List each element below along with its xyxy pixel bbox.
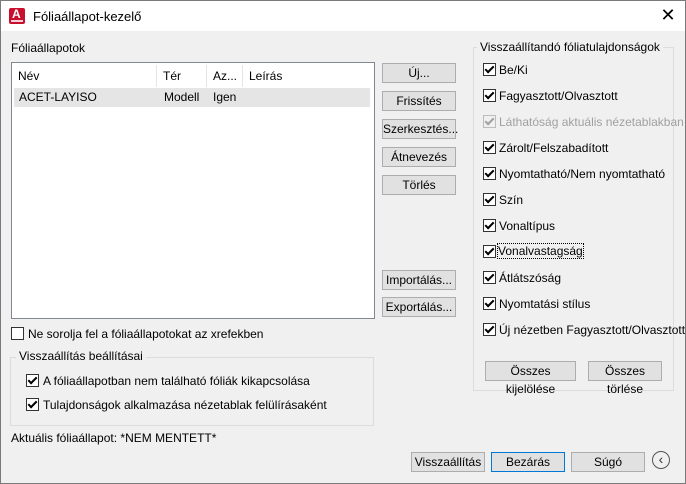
apply-as-viewport-override-label: Tulajdonságok alkalmazása nézetablak fel…: [43, 398, 327, 412]
prop-frozen-thawed-label: Fagyasztott/Olvasztott: [499, 89, 618, 103]
update-button[interactable]: Frissítés: [382, 91, 456, 111]
cell-space: Modell: [164, 90, 200, 104]
current-layer-state-label: Aktuális fóliaállapot: *NEM MENTETT*: [11, 431, 217, 445]
import-button[interactable]: Importálás...: [382, 270, 456, 290]
prop-visibility-viewport-checkbox: [483, 115, 496, 128]
help-button[interactable]: Súgó: [571, 452, 645, 472]
prop-plot-style-checkbox[interactable]: [483, 297, 496, 310]
turn-off-missing-layers-label: A fóliaállapotban nem található fóliák k…: [43, 374, 310, 388]
prop-color-label: Szín: [499, 193, 524, 207]
clear-all-button[interactable]: Összes törlése: [588, 361, 662, 396]
xref-label: Ne sorolja fel a fóliaállapotokat az xre…: [28, 327, 264, 341]
prop-linetype-label: Vonaltípus: [499, 219, 556, 233]
prop-on-off-checkbox[interactable]: [483, 63, 496, 76]
new-button[interactable]: Új...: [382, 63, 456, 83]
column-header-same[interactable]: Az...: [207, 65, 243, 87]
prop-locked-unlocked-label: Zárolt/Felszabadított: [499, 141, 609, 155]
restore-button[interactable]: Visszaállítás: [411, 452, 485, 472]
xref-checkbox[interactable]: [11, 327, 24, 340]
prop-frozen-thawed-checkbox[interactable]: [483, 89, 496, 102]
cell-same: Igen: [213, 90, 237, 104]
prop-new-vp-frozen-checkbox[interactable]: [483, 323, 496, 336]
title-bar: A Fóliaállapot-kezelő ✕: [1, 1, 685, 31]
prop-new-vp-frozen-label: Új nézetben Fagyasztott/Olvasztott: [499, 323, 686, 337]
turn-off-missing-layers-checkbox[interactable]: [26, 374, 39, 387]
prop-plot-noplot-checkbox[interactable]: [483, 167, 496, 180]
prop-plot-style-label: Nyomtatási stílus: [499, 297, 591, 311]
layer-state-manager-dialog: A Fóliaállapot-kezelő ✕ Fóliaállapotok N…: [0, 0, 686, 484]
cell-name: ACET-LAYISO: [19, 90, 97, 104]
prop-on-off-label: Be/Ki: [499, 63, 528, 77]
layer-states-label: Fóliaállapotok: [11, 41, 86, 55]
prop-transparency-label: Átlátszóság: [499, 271, 562, 285]
table-row[interactable]: ACET-LAYISO Modell Igen: [14, 88, 370, 107]
delete-button[interactable]: Törlés: [382, 175, 456, 195]
autocad-app-icon: A: [9, 8, 25, 24]
prop-lineweight-checkbox[interactable]: [483, 245, 496, 258]
column-header-description[interactable]: Leírás: [243, 65, 369, 87]
collapse-arrow-icon[interactable]: ‹: [652, 451, 670, 469]
prop-plot-noplot-label: Nyomtatható/Nem nyomtatható: [499, 167, 666, 181]
prop-lineweight-label: Vonalvastagság: [497, 243, 584, 259]
export-button[interactable]: Exportálás...: [382, 297, 456, 317]
prop-transparency-checkbox[interactable]: [483, 271, 496, 284]
select-all-button[interactable]: Összes kijelölése: [485, 361, 576, 396]
properties-legend: Visszaállítandó fóliatulajdonságok: [477, 40, 663, 54]
edit-button[interactable]: Szerkesztés...: [382, 119, 458, 139]
close-icon[interactable]: ✕: [659, 6, 677, 24]
layer-states-list[interactable]: Név Tér Az... Leírás ACET-LAYISO Modell …: [11, 62, 375, 319]
window-title: Fóliaállapot-kezelő: [33, 9, 142, 24]
close-button[interactable]: Bezárás: [491, 452, 565, 472]
column-header-name[interactable]: Név: [12, 65, 157, 87]
restore-options-legend: Visszaállítás beállításai: [16, 349, 146, 363]
prop-linetype-checkbox[interactable]: [483, 219, 496, 232]
column-header-space[interactable]: Tér: [157, 65, 207, 87]
rename-button[interactable]: Átnevezés: [382, 147, 456, 167]
prop-locked-unlocked-checkbox[interactable]: [483, 141, 496, 154]
apply-as-viewport-override-checkbox[interactable]: [26, 398, 39, 411]
prop-color-checkbox[interactable]: [483, 193, 496, 206]
restore-options-group: [10, 357, 374, 426]
prop-visibility-viewport-label: Láthatóság aktuális nézetablakban: [499, 115, 684, 129]
